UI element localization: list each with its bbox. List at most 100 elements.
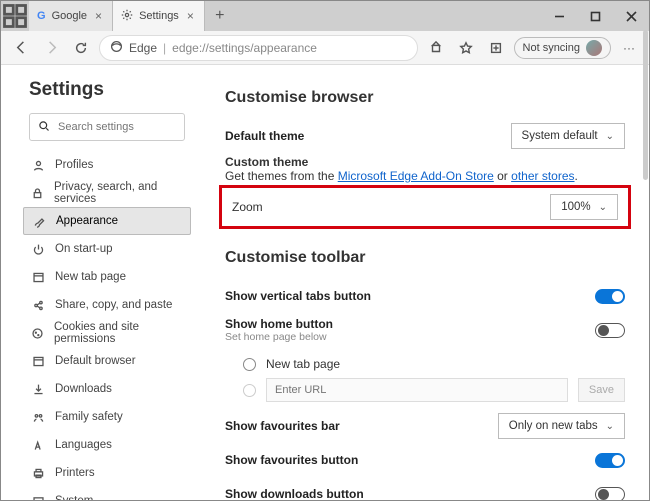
power-icon [31, 243, 45, 256]
settings-title: Settings [29, 79, 191, 101]
read-aloud-button[interactable] [424, 36, 448, 60]
search-icon [38, 120, 50, 135]
sidebar-item-label: Privacy, search, and services [54, 181, 183, 205]
refresh-button[interactable] [69, 36, 93, 60]
search-settings[interactable] [29, 113, 185, 141]
chevron-down-icon: ⌄ [606, 421, 614, 432]
scrollbar-thumb[interactable] [643, 65, 648, 180]
downloads-button-label: Show downloads button [225, 487, 364, 500]
tab-label: Settings [139, 10, 179, 22]
tab-settings[interactable]: Settings × [113, 1, 205, 31]
system-icon [31, 495, 45, 501]
radio-newtab[interactable] [243, 358, 256, 371]
fav-button-toggle[interactable] [595, 453, 625, 468]
sidebar-item-system[interactable]: System [23, 487, 191, 500]
dropdown-value: Only on new tabs [509, 420, 598, 432]
toolbar: Edge | edge://settings/appearance Not sy… [1, 31, 649, 65]
zoom-label: Zoom [232, 200, 263, 214]
zoom-row-highlight: Zoom 100% ⌄ [219, 185, 631, 229]
avatar-icon [586, 40, 602, 56]
search-input[interactable] [58, 121, 200, 133]
forward-button [39, 36, 63, 60]
fav-button-label: Show favourites button [225, 453, 358, 467]
sidebar-item-family[interactable]: Family safety [23, 403, 191, 431]
sidebar: Settings Profiles Privacy, search, and s… [1, 65, 201, 500]
download-icon [31, 383, 45, 396]
save-button: Save [578, 378, 625, 402]
sync-label: Not syncing [523, 42, 580, 54]
home-button-label: Show home button [225, 317, 333, 331]
dropdown-value: 100% [561, 201, 590, 213]
brush-icon [32, 215, 46, 228]
sidebar-item-cookies[interactable]: Cookies and site permissions [23, 319, 191, 347]
new-tab-button[interactable]: + [205, 1, 235, 31]
family-icon [31, 411, 45, 424]
gear-icon [121, 9, 133, 24]
other-stores-link[interactable]: other stores [511, 169, 574, 183]
default-theme-label: Default theme [225, 129, 304, 143]
sidebar-item-profiles[interactable]: Profiles [23, 151, 191, 179]
globe-icon [31, 439, 45, 452]
close-icon[interactable]: × [93, 9, 104, 23]
tab-google[interactable]: G Google × [29, 1, 113, 31]
custom-theme-label: Custom theme [225, 155, 625, 169]
newtab-icon [31, 271, 45, 284]
sidebar-item-label: Profiles [55, 159, 93, 171]
address-protocol: Edge [129, 41, 157, 55]
radio-newtab-label: New tab page [266, 357, 340, 371]
sidebar-item-downloads[interactable]: Downloads [23, 375, 191, 403]
sidebar-item-newtab[interactable]: New tab page [23, 263, 191, 291]
maximize-button[interactable] [577, 1, 613, 31]
address-bar[interactable]: Edge | edge://settings/appearance [99, 35, 418, 61]
chevron-down-icon: ⌄ [606, 131, 614, 142]
downloads-button-toggle[interactable] [595, 487, 625, 501]
sidebar-item-default[interactable]: Default browser [23, 347, 191, 375]
heading-customise-toolbar: Customise toolbar [225, 249, 625, 267]
profile-icon [31, 159, 45, 172]
sidebar-item-label: Printers [55, 467, 95, 479]
sidebar-item-label: Family safety [55, 411, 123, 423]
chevron-down-icon: ⌄ [599, 202, 607, 213]
app-handle-icon[interactable] [1, 1, 29, 31]
zoom-dropdown[interactable]: 100% ⌄ [550, 194, 618, 220]
sidebar-item-share[interactable]: Share, copy, and paste [23, 291, 191, 319]
sidebar-item-languages[interactable]: Languages [23, 431, 191, 459]
edge-icon [110, 40, 123, 56]
sidebar-item-startup[interactable]: On start-up [23, 235, 191, 263]
close-icon[interactable]: × [185, 9, 196, 23]
sidebar-item-label: Downloads [55, 383, 112, 395]
sidebar-item-label: System [55, 495, 93, 500]
sync-status[interactable]: Not syncing [514, 37, 611, 59]
home-button-toggle[interactable] [595, 323, 625, 338]
titlebar: G Google × Settings × + [1, 1, 649, 31]
default-theme-dropdown[interactable]: System default ⌄ [511, 123, 625, 149]
sidebar-item-appearance[interactable]: Appearance [23, 207, 191, 235]
main-panel: Customise browser Default theme System d… [201, 65, 649, 500]
back-button[interactable] [9, 36, 33, 60]
favorite-button[interactable] [454, 36, 478, 60]
menu-button[interactable]: ··· [617, 36, 641, 60]
fav-bar-label: Show favourites bar [225, 419, 340, 433]
scrollbar[interactable] [640, 65, 649, 500]
custom-theme-sub: Get themes from the Microsoft Edge Add-O… [225, 169, 625, 183]
sidebar-item-printers[interactable]: Printers [23, 459, 191, 487]
home-button-sub: Set home page below [225, 331, 333, 343]
addon-store-link[interactable]: Microsoft Edge Add-On Store [338, 169, 494, 183]
collections-button[interactable] [484, 36, 508, 60]
minimize-button[interactable] [541, 1, 577, 31]
heading-customise-browser: Customise browser [225, 89, 625, 107]
vertical-tabs-toggle[interactable] [595, 289, 625, 304]
radio-url [243, 384, 256, 397]
google-favicon-icon: G [37, 10, 46, 22]
browser-icon [31, 355, 45, 368]
sidebar-item-label: Share, copy, and paste [55, 299, 172, 311]
address-url: edge://settings/appearance [172, 41, 317, 55]
sidebar-item-label: Appearance [56, 215, 118, 227]
share-icon [31, 299, 45, 312]
printer-icon [31, 467, 45, 480]
sidebar-item-privacy[interactable]: Privacy, search, and services [23, 179, 191, 207]
sidebar-item-label: Languages [55, 439, 112, 451]
fav-bar-dropdown[interactable]: Only on new tabs ⌄ [498, 413, 625, 439]
vertical-tabs-label: Show vertical tabs button [225, 289, 371, 303]
dropdown-value: System default [522, 130, 598, 142]
